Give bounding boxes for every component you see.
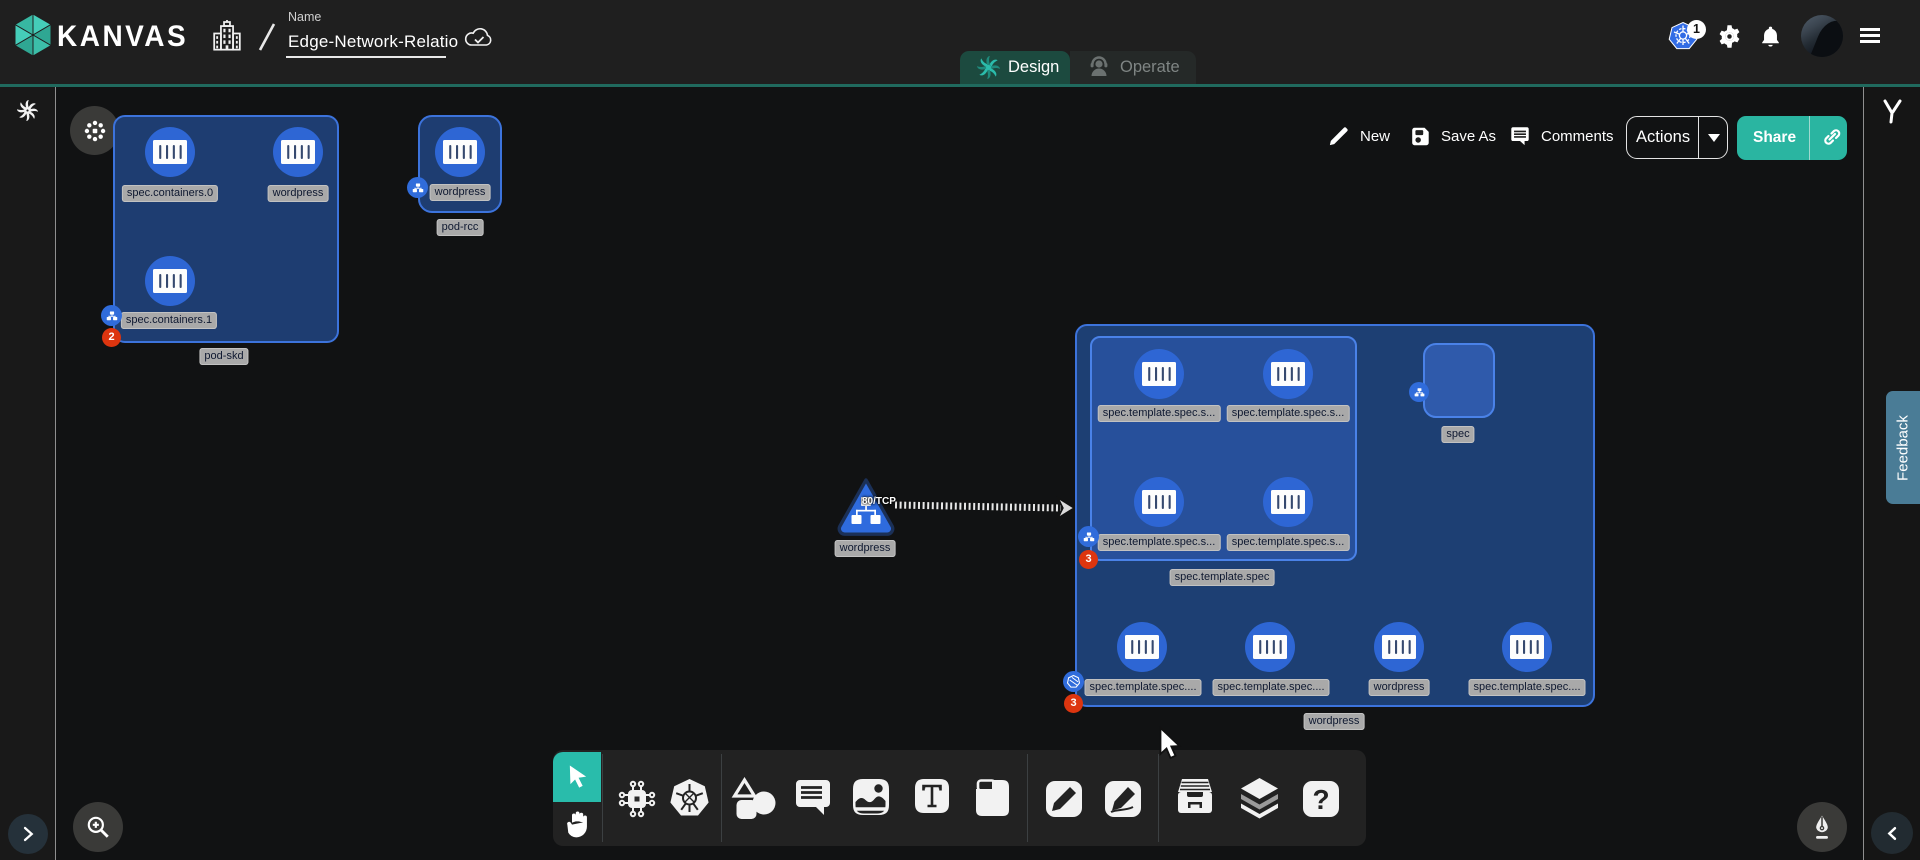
svg-text:?: ? [1312, 784, 1329, 815]
